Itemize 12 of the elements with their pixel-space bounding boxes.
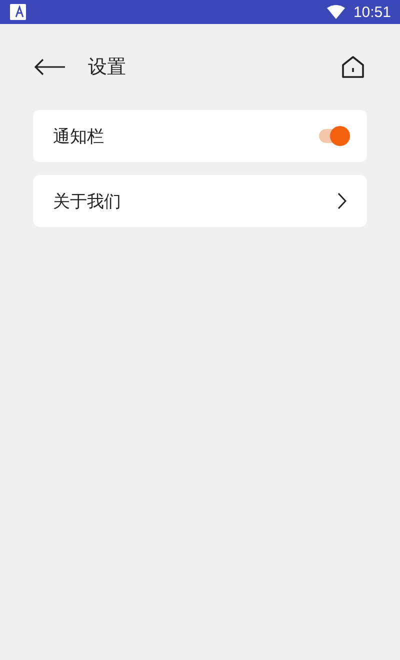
row-label: 通知栏 <box>53 126 104 148</box>
page-title: 设置 <box>88 55 126 80</box>
back-arrow-icon[interactable] <box>34 58 66 76</box>
row-label: 关于我们 <box>53 190 121 212</box>
home-icon[interactable] <box>341 55 365 79</box>
status-time: 10:51 <box>353 4 391 20</box>
chevron-right-icon <box>337 192 347 210</box>
toggle-switch[interactable] <box>319 129 347 143</box>
app-icon <box>10 4 26 20</box>
settings-row[interactable]: 关于我们 <box>33 175 367 227</box>
wifi-icon <box>327 5 346 19</box>
settings-row[interactable]: 通知栏 <box>33 110 367 162</box>
